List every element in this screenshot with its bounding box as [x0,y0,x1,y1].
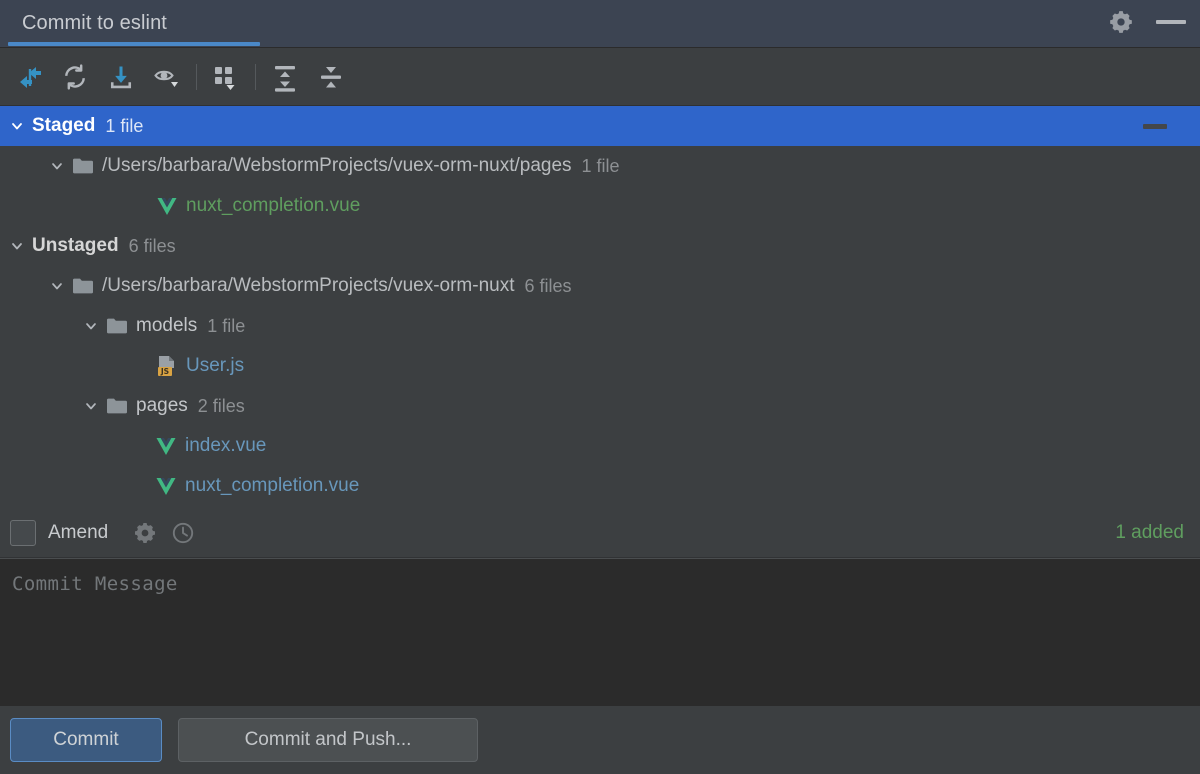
changes-tree[interactable]: Staged 1 file /Users/barbara/WebstormPro… [0,106,1200,508]
file-name: nuxt_completion.vue [186,195,361,216]
vue-file-icon [156,196,178,216]
commit-dialog: Commit to eslint Staged 1 file /Users/ba… [0,0,1200,774]
chevron-down-icon[interactable] [82,397,100,415]
file-name: User.js [186,355,245,376]
active-tab-indicator [8,42,260,46]
folder-name: models [136,315,198,336]
staged-label: Staged [32,115,96,136]
folder-icon [72,277,94,295]
vue-file-icon [155,436,177,456]
chevron-down-icon[interactable] [8,237,26,255]
tab-commit[interactable]: Commit to eslint [0,0,260,48]
chevron-down-icon[interactable] [48,277,66,295]
tree-folder-pages[interactable]: pages 2 files [0,386,1200,426]
chevron-down-icon[interactable] [82,317,100,335]
staged-path-count: 1 file [581,155,620,176]
revert-download-icon[interactable] [98,54,144,100]
svg-text:JS: JS [160,367,169,376]
staged-count: 1 file [105,115,144,136]
amend-label: Amend [48,521,109,543]
expand-all-icon[interactable] [262,54,308,100]
toolbar-separator [196,63,197,90]
tree-file-user-js[interactable]: JS User.js [0,346,1200,386]
minimize-icon[interactable] [1156,20,1186,24]
title-bar: Commit to eslint [0,0,1200,48]
folder-icon [72,157,94,175]
dialog-actions: Commit Commit and Push... [0,706,1200,774]
unstaged-count: 6 files [128,235,176,256]
tree-file-nuxt-completion-vue[interactable]: nuxt_completion.vue [0,466,1200,506]
toolbar [0,48,1200,106]
folder-icon [106,397,128,415]
group-by-icon[interactable] [203,54,249,100]
tree-file-staged-0[interactable]: nuxt_completion.vue [0,186,1200,226]
page-title: Commit to eslint [22,12,167,34]
tree-path-staged[interactable]: /Users/barbara/WebstormProjects/vuex-orm… [0,146,1200,186]
unstaged-path-count: 6 files [524,275,572,296]
folder-count: 1 file [207,315,246,336]
show-diff-eye-icon[interactable] [144,54,190,100]
unstaged-path: /Users/barbara/WebstormProjects/vuex-orm… [102,275,515,296]
staged-path: /Users/barbara/WebstormProjects/vuex-orm… [102,155,572,176]
tree-group-staged[interactable]: Staged 1 file [0,106,1200,146]
collapse-group-icon[interactable] [1143,124,1167,129]
collapse-all-icon[interactable] [308,54,354,100]
amend-checkbox[interactable] [10,519,36,546]
commit-button[interactable]: Commit [10,718,162,762]
stage-unstage-icon[interactable] [6,54,52,100]
file-name: index.vue [185,435,267,456]
commit-message-placeholder: Commit Message [12,573,178,595]
tree-folder-models[interactable]: models 1 file [0,306,1200,346]
commit-and-push-button[interactable]: Commit and Push... [178,718,478,762]
tree-file-index-vue[interactable]: index.vue [0,426,1200,466]
vue-file-icon [155,476,177,496]
chevron-down-icon[interactable] [8,117,26,135]
file-name: nuxt_completion.vue [185,475,360,496]
unstaged-label: Unstaged [32,235,119,256]
tree-path-unstaged[interactable]: /Users/barbara/WebstormProjects/vuex-orm… [0,266,1200,306]
toolbar-separator [255,63,256,90]
commit-message-area[interactable]: Commit Message [0,558,1200,706]
status-badge: 1 added [1115,521,1184,543]
refresh-icon[interactable] [52,54,98,100]
chevron-down-icon[interactable] [48,157,66,175]
gear-icon[interactable] [1108,9,1134,35]
gear-icon[interactable] [130,518,160,548]
folder-icon [106,317,128,335]
title-bar-actions [1108,0,1200,44]
js-file-icon: JS [155,355,179,377]
amend-bar: Amend 1 added [0,508,1200,558]
clock-history-icon[interactable] [168,518,198,548]
folder-count: 2 files [197,395,245,416]
tree-group-unstaged[interactable]: Unstaged 6 files [0,226,1200,266]
folder-name: pages [136,395,188,416]
